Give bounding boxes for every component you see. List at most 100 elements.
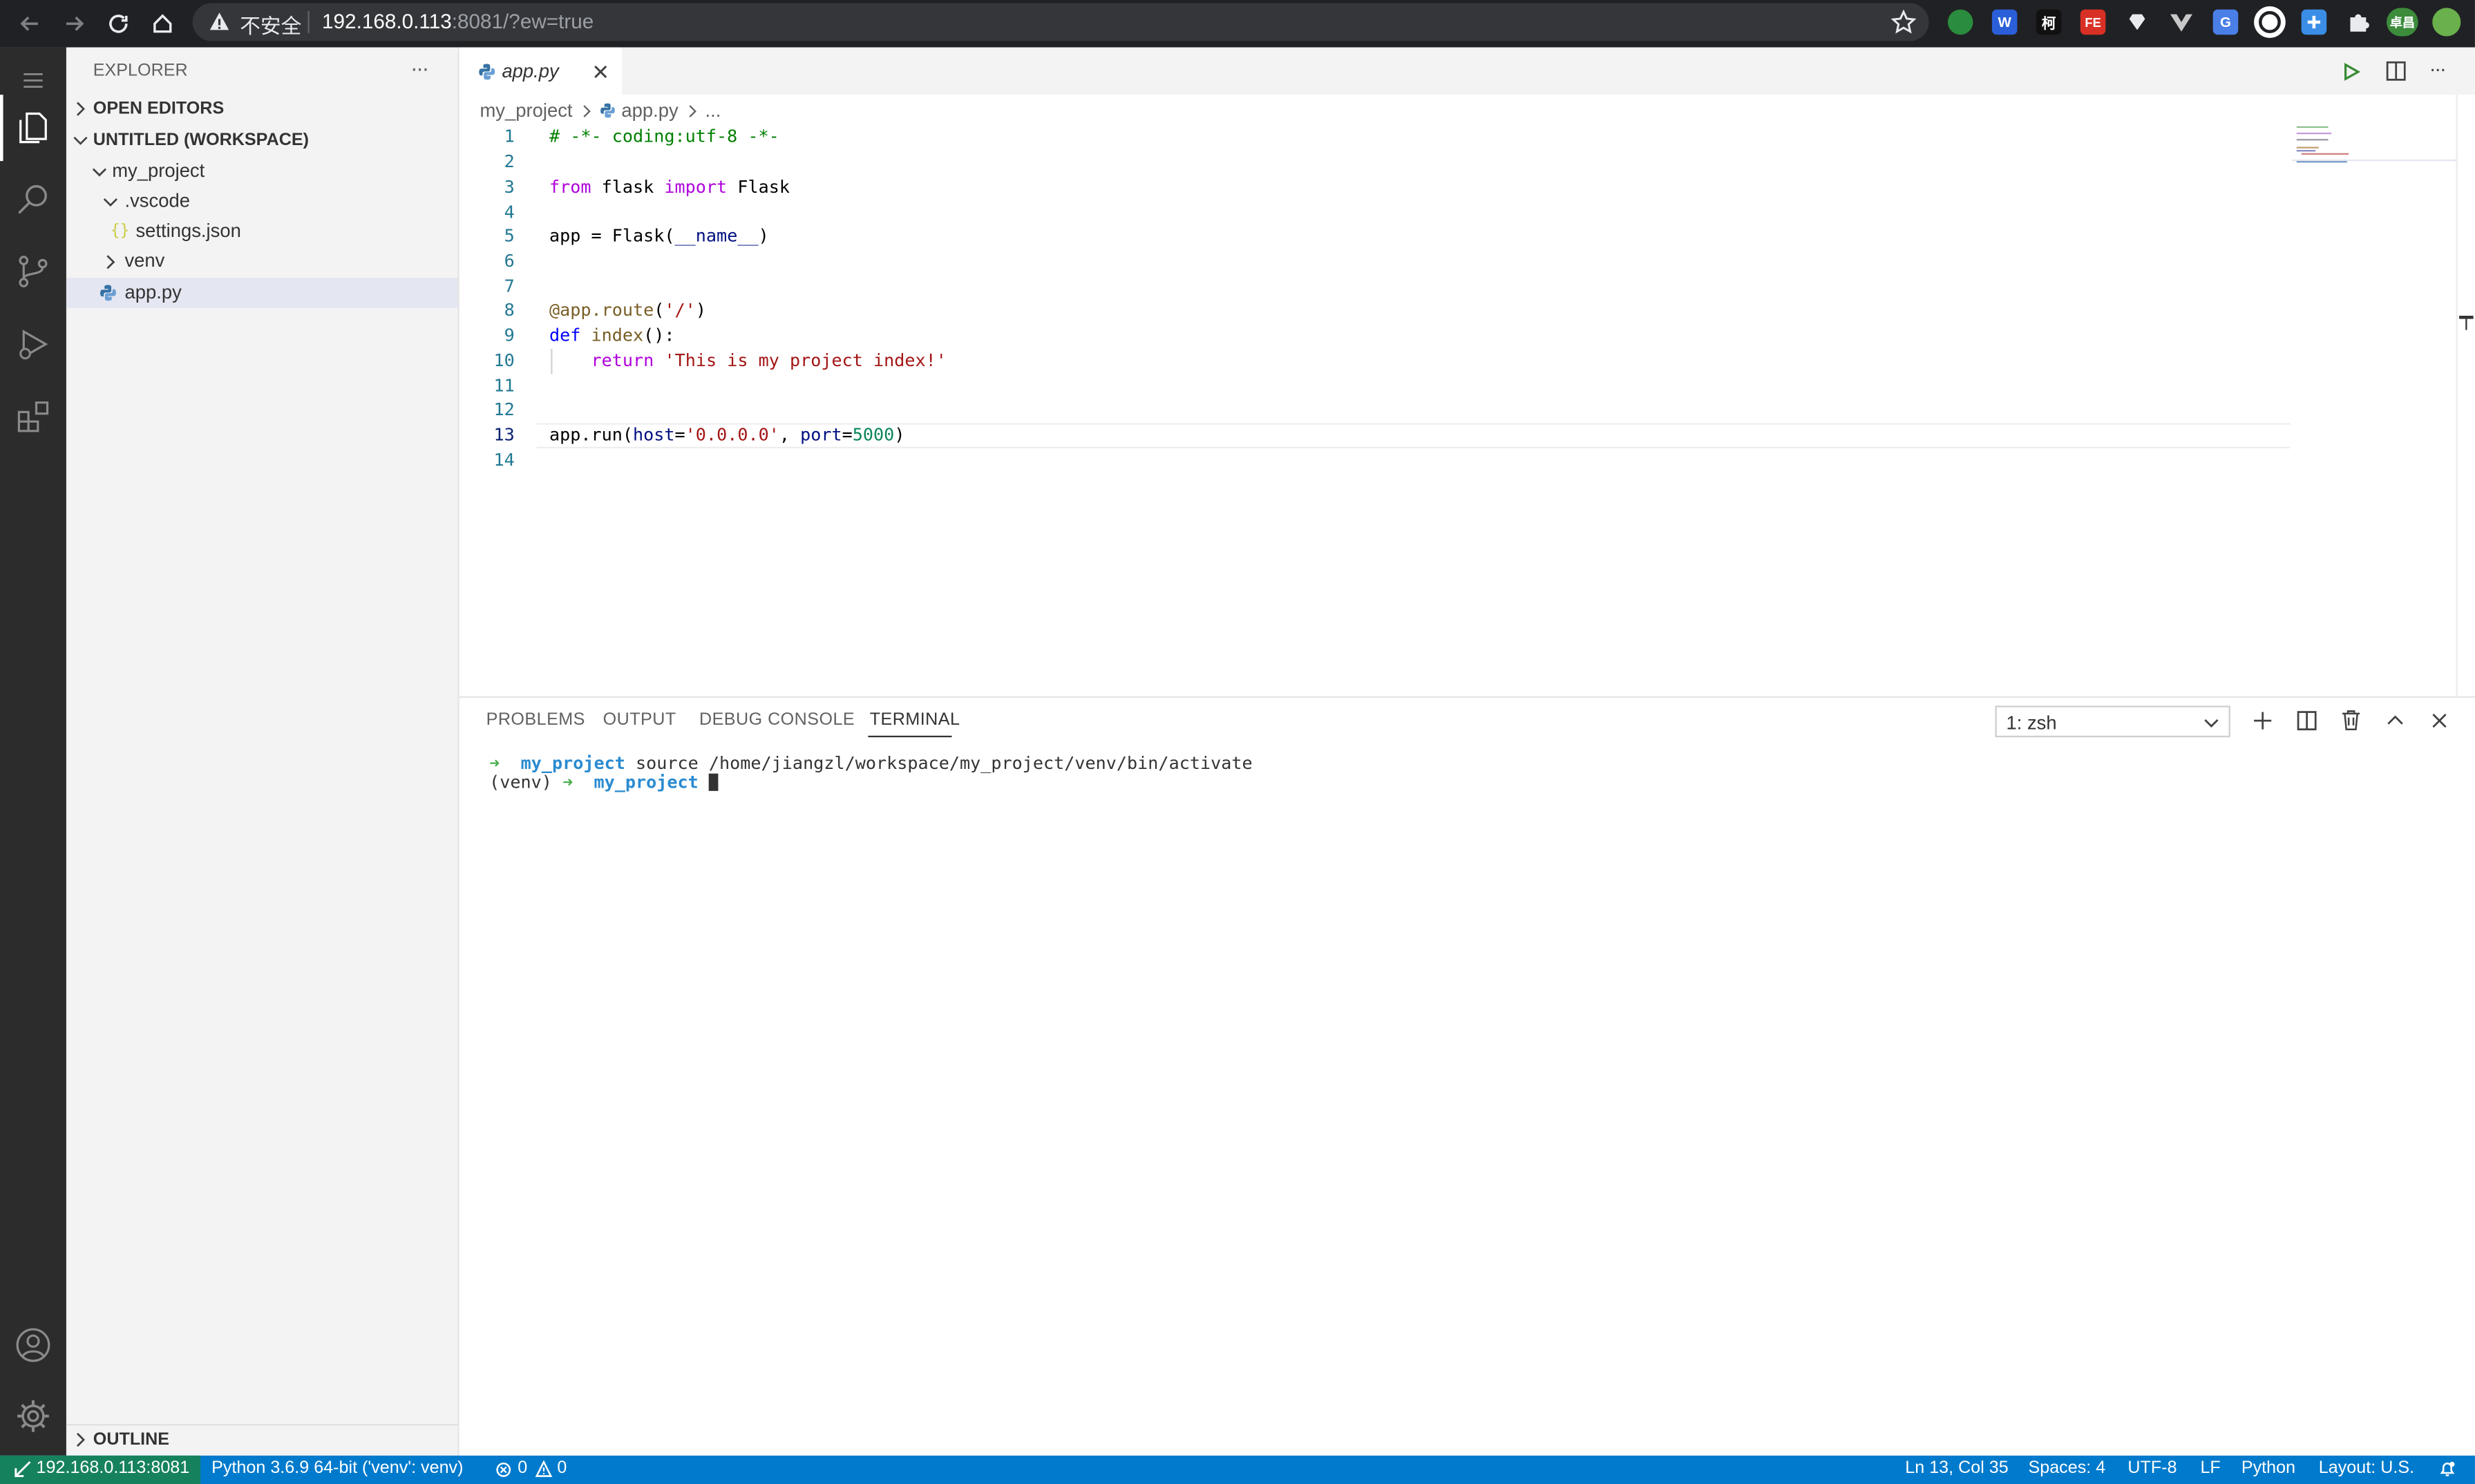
chevron-right-icon[interactable] [102,254,118,270]
notifications-bell-icon[interactable] [2438,1461,2456,1478]
line-number: 5 [504,225,515,247]
vue-extension-icon[interactable] [2169,10,2194,35]
code-line[interactable]: @app.route('/') [549,300,706,321]
fe-extension-icon[interactable]: FE [2080,9,2106,35]
chevron-down-icon[interactable] [102,194,118,210]
chevron-down-icon[interactable] [91,164,107,180]
tree-item-venv[interactable]: venv [124,249,164,272]
split-editor-icon[interactable] [2385,60,2407,82]
new-terminal-icon[interactable] [2253,710,2273,731]
editor-more-icon[interactable]: ··· [2429,57,2447,80]
line-number: 6 [504,251,515,272]
bookmark-star-icon[interactable] [1890,9,1917,35]
word-extension-icon[interactable]: W [1991,9,2018,35]
indentation[interactable]: Spaces: 4 [2028,1458,2105,1477]
tab-output[interactable]: OUTPUT [603,710,676,729]
warning-count[interactable]: 0 [557,1458,567,1477]
close-panel-icon[interactable] [2431,712,2448,730]
outline-header[interactable]: OUTLINE [93,1430,169,1449]
terminal-line-1[interactable]: ➜ my_project source /home/jiangzl/worksp… [489,753,1252,774]
plus-extension-icon[interactable] [2301,9,2327,35]
line-number: 14 [493,450,515,470]
code-line[interactable]: app.run(host='0.0.0.0', port=5000) [549,425,904,446]
chevron-right-icon[interactable] [73,101,88,117]
url-text[interactable]: 192.168.0.113:8081/?ew=true [322,10,594,33]
source-control-icon[interactable] [0,238,66,305]
extensions-icon[interactable] [0,383,66,450]
reload-icon[interactable] [102,8,134,39]
more-actions-icon[interactable]: ··· [410,55,429,81]
trash-icon[interactable] [2341,709,2362,731]
remote-host[interactable]: 192.168.0.113:8081 [37,1458,190,1477]
url-path: :8081/?ew=true [451,9,594,33]
tab-label[interactable]: app.py [502,60,558,82]
tree-item-app-py[interactable]: app.py [124,281,181,303]
chevron-down-icon [2203,715,2219,731]
error-count[interactable]: 0 [518,1458,527,1477]
chevron-right-icon[interactable] [73,1432,88,1448]
chevron-down-icon[interactable] [73,133,88,149]
tab-problems[interactable]: PROBLEMS [486,710,585,729]
minimap[interactable] [2291,123,2456,171]
terminal-line-2[interactable]: (venv) ➜ my_project [489,772,719,793]
code-line[interactable]: def index(): [549,325,675,346]
code-line[interactable]: from flask import Flask [549,177,790,198]
breadcrumb-folder[interactable]: my_project [480,99,572,122]
workspace-header[interactable]: UNTITLED (WORKSPACE) [93,131,309,150]
diamond-extension-icon[interactable] [2125,10,2150,35]
breadcrumb-file[interactable]: app.py [621,99,678,122]
url-host: 192.168.0.113 [322,9,452,33]
accounts-icon[interactable] [0,1312,66,1378]
close-icon[interactable] [592,63,609,80]
extensions-puzzle-icon[interactable] [2346,10,2371,35]
terminal-command: source /home/jiangzl/workspace/my_projec… [636,752,1253,774]
run-file-icon[interactable] [2341,61,2362,82]
run-debug-icon[interactable] [0,311,66,377]
settings-gear-icon[interactable] [0,1383,66,1449]
venv-label: (venv) [489,772,552,793]
chevron-right-icon [582,104,591,117]
wordpress-extension-icon[interactable] [2254,6,2286,38]
insecure-label[interactable]: 不安全 [240,10,301,39]
line-number: 2 [504,151,515,173]
back-icon[interactable] [15,8,46,39]
outline-divider [66,1424,458,1426]
warning-icon [535,1460,553,1478]
open-editors-header[interactable]: OPEN EDITORS [93,99,224,118]
split-terminal-icon[interactable] [2297,710,2317,731]
active-tab-underline [868,735,952,738]
maximize-panel-icon[interactable] [2385,710,2406,731]
tab-debug-console[interactable]: DEBUG CONSOLE [699,710,855,729]
home-icon[interactable] [146,8,178,39]
line-number: 3 [504,176,515,198]
explorer-files-icon[interactable] [0,95,66,161]
search-icon[interactable] [0,166,66,232]
tab-terminal[interactable]: TERMINAL [870,710,960,729]
line-number: 4 [504,202,515,223]
python-file-icon [478,63,495,80]
code-line[interactable]: return 'This is my project index!' [549,350,947,371]
code-line[interactable]: app = Flask(__name__) [549,226,769,247]
prompt-dir: my_project [594,772,699,793]
forward-icon[interactable] [59,8,91,39]
line-number: 1 [504,126,515,147]
editor-scrollbar[interactable] [2456,95,2475,696]
line-number: 8 [504,300,515,321]
line-ending[interactable]: LF [2200,1458,2220,1477]
code-line[interactable]: # -*- coding:utf-8 -*- [549,126,779,147]
tree-item-my-project[interactable]: my_project [112,160,205,182]
profile-extension-icon[interactable]: 卓昌 [2387,8,2418,37]
warning-icon[interactable] [209,11,231,33]
ke-extension-icon[interactable]: 柯 [2036,9,2062,35]
evernote-extension-icon[interactable] [1947,9,1973,35]
language-mode[interactable]: Python [2241,1458,2295,1477]
account-avatar[interactable] [2432,8,2461,37]
encoding[interactable]: UTF-8 [2127,1458,2177,1477]
tree-item-settings-json[interactable]: settings.json [135,220,240,242]
translate-extension-icon[interactable]: G [2212,9,2239,35]
keyboard-layout[interactable]: Layout: U.S. [2319,1458,2414,1477]
python-interpreter[interactable]: Python 3.6.9 64-bit ('venv': venv) [211,1458,463,1477]
cursor-position[interactable]: Ln 13, Col 35 [1905,1458,2008,1477]
tree-item-vscode[interactable]: .vscode [124,189,189,211]
breadcrumb-symbol[interactable]: ... [705,99,721,122]
